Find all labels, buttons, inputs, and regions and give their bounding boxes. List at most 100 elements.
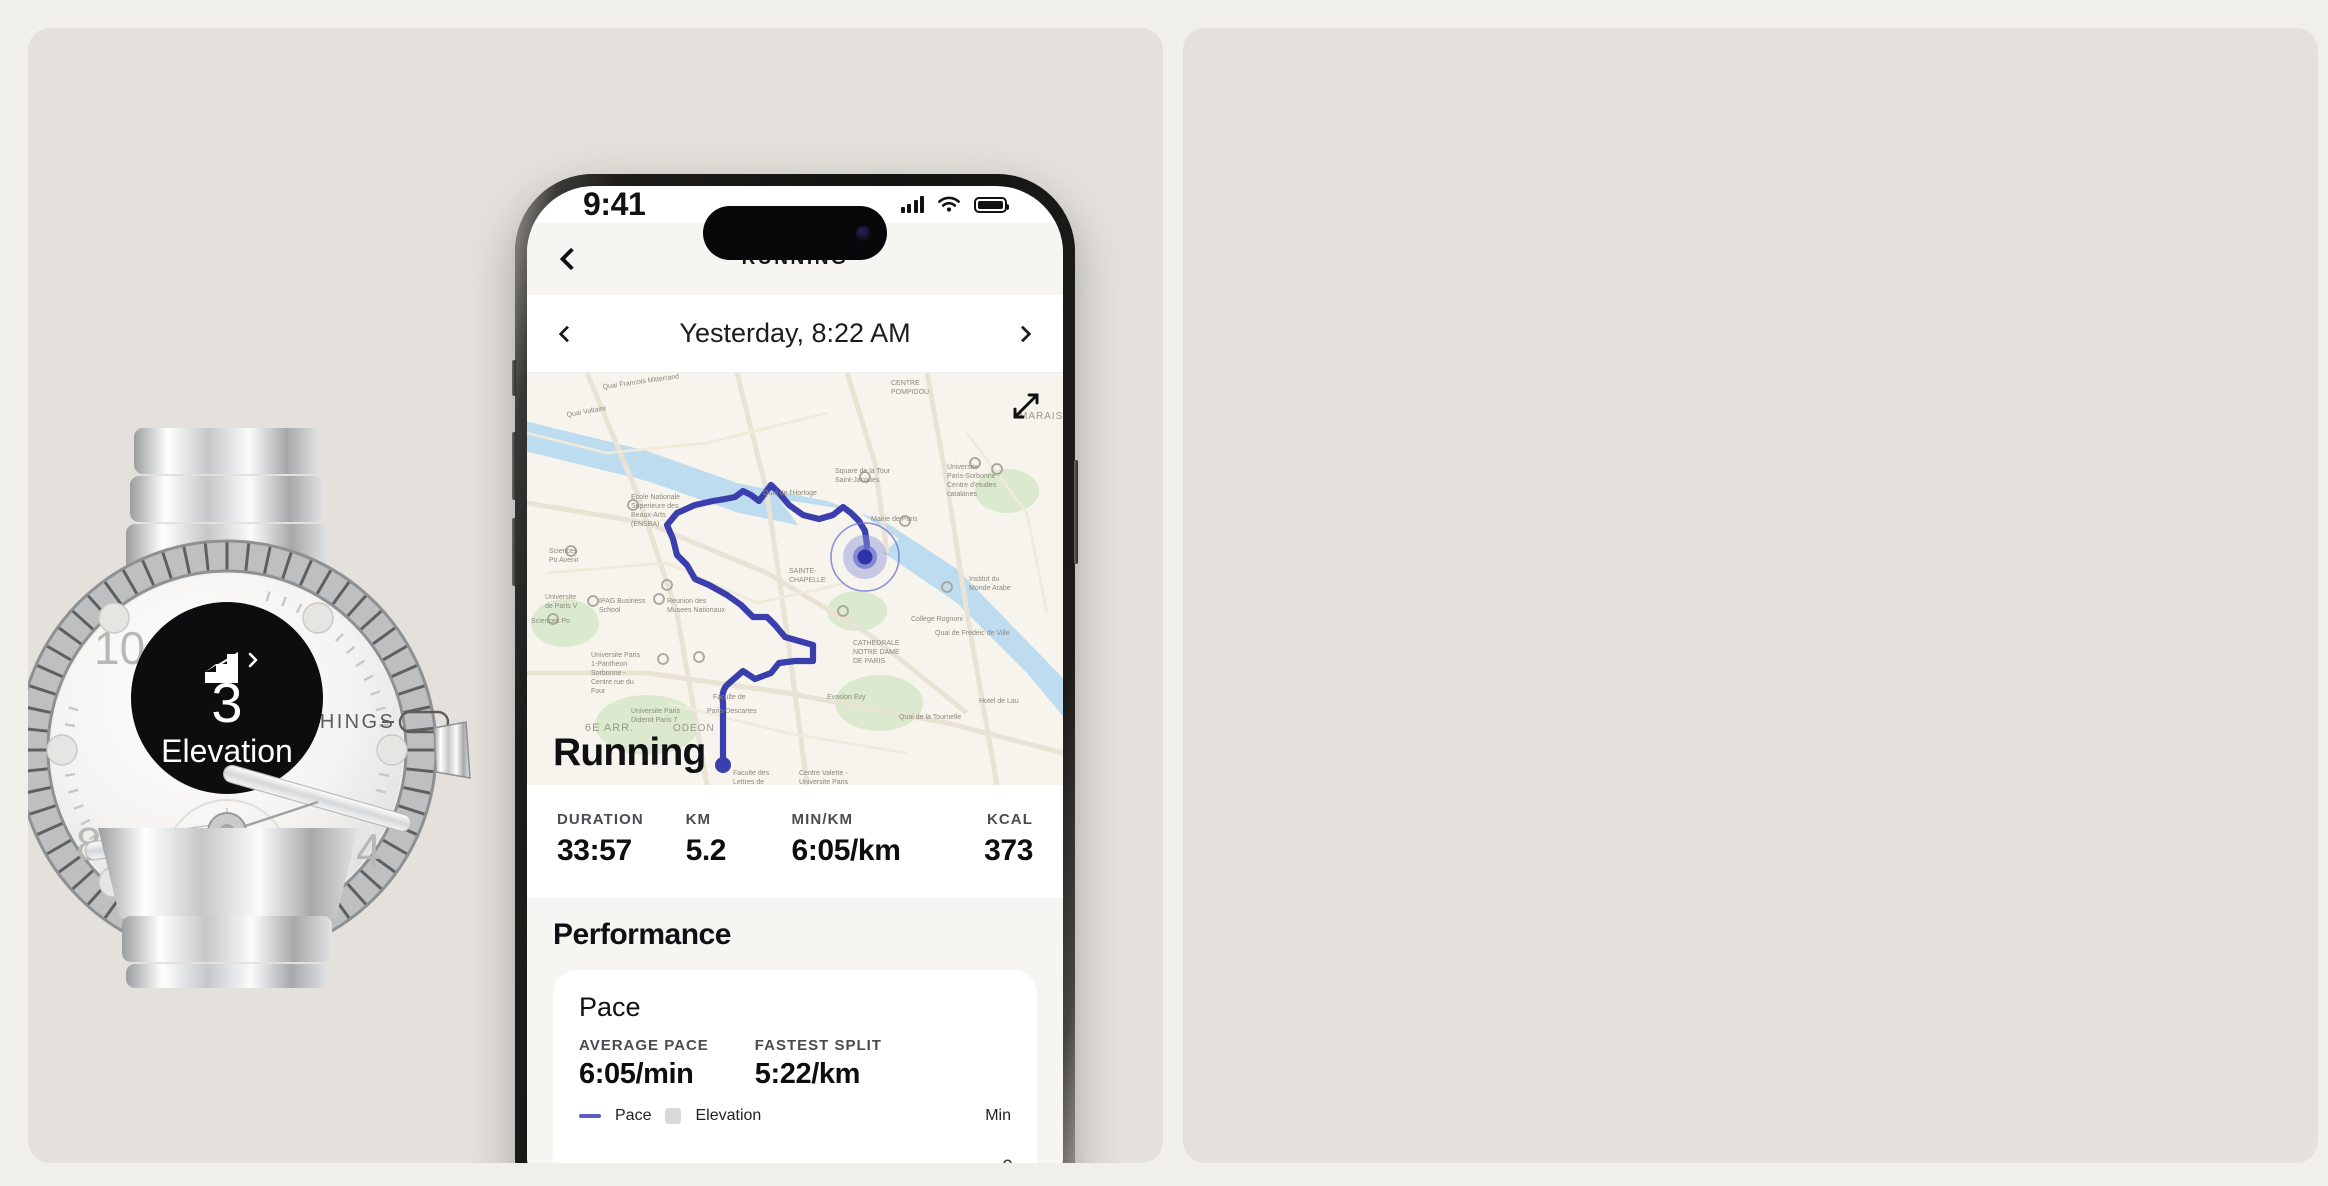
svg-text:Mairie de Paris: Mairie de Paris xyxy=(871,516,918,523)
svg-text:Square de la Tour: Square de la Tour xyxy=(835,468,891,475)
right-panel: 9:41 xyxy=(1183,28,2318,1163)
pace-chart-svg xyxy=(579,1139,1011,1163)
stat-value: 373 xyxy=(984,834,1033,867)
svg-text:Universite Paris: Universite Paris xyxy=(631,708,681,715)
stat-value: 5.2 xyxy=(685,834,727,867)
dial-numeral-4: 4 xyxy=(356,824,382,876)
activity-stats: DURATION 33:57 KM 5.2 MIN/KM 6:05/km KCA… xyxy=(527,785,1063,898)
stat-label: DURATION xyxy=(557,811,644,828)
svg-text:Sorbonne -: Sorbonne - xyxy=(591,670,626,677)
stat-kcal: KCAL 373 xyxy=(948,811,1033,868)
stat-duration: DURATION 33:57 xyxy=(557,811,676,868)
svg-text:SAINTE-: SAINTE- xyxy=(789,568,817,575)
stat-value: 33:57 xyxy=(557,834,632,867)
expand-arrows-icon[interactable] xyxy=(1011,391,1041,421)
svg-text:Quai de la Tournelle: Quai de la Tournelle xyxy=(899,714,961,721)
previous-day-button[interactable] xyxy=(558,325,576,342)
svg-text:CATHEDRALE: CATHEDRALE xyxy=(853,640,900,647)
svg-text:Centre d'etudes: Centre d'etudes xyxy=(947,482,997,489)
complication-label: Elevation xyxy=(161,733,293,769)
svg-text:CHAPELLE: CHAPELLE xyxy=(789,577,826,584)
svg-text:Superieure des: Superieure des xyxy=(631,503,679,510)
svg-text:1-Pantheon: 1-Pantheon xyxy=(591,661,627,668)
svg-text:de Paris V: de Paris V xyxy=(545,603,578,610)
pace-card-title: Pace xyxy=(579,992,641,1022)
svg-text:Centre rue du: Centre rue du xyxy=(591,679,634,686)
elevation-swatch xyxy=(665,1108,682,1124)
battery-icon xyxy=(974,196,1009,213)
route-map[interactable]: Quai Francois Mitterrand Quai Voltaire E… xyxy=(527,373,1063,785)
cellular-signal-icon xyxy=(900,196,924,213)
metric-label: AVERAGE PACE xyxy=(579,1037,709,1054)
metric-average-pace: AVERAGE PACE 6:05/min xyxy=(579,1037,709,1091)
svg-text:Universite Paris: Universite Paris xyxy=(591,652,641,659)
front-camera-icon xyxy=(856,225,871,241)
complication-value: 3 xyxy=(211,671,242,734)
volume-down-button[interactable] xyxy=(512,518,516,586)
performance-title: Performance xyxy=(553,918,731,951)
svg-text:Faculte des: Faculte des xyxy=(733,770,770,777)
running-screen: 9:41 Yesterday, 8:22 AM Quai Francois Mi… xyxy=(527,186,1063,1163)
power-button[interactable] xyxy=(1074,460,1078,564)
watch-render: 10 8 4 xyxy=(28,428,471,988)
svg-text:(ENSBA): (ENSBA) xyxy=(631,521,659,528)
wifi-icon xyxy=(938,196,960,212)
svg-text:School: School xyxy=(599,607,621,614)
svg-text:Evasion Evy: Evasion Evy xyxy=(827,694,866,701)
next-day-button[interactable] xyxy=(1014,325,1032,342)
pace-card[interactable]: Pace AVERAGE PACE 6:05/min FASTEST SPLIT… xyxy=(553,970,1037,1163)
chart-legend: Pace Elevation Min xyxy=(579,1107,1011,1125)
stat-km: KM 5.2 xyxy=(686,811,782,868)
svg-text:Paris-Sorbonne -: Paris-Sorbonne - xyxy=(947,473,1001,480)
showcase-stage: 9:41 Yesterday, 8:22 AM Quai Francois Mi… xyxy=(0,0,2328,1186)
legend-label-elevation: Elevation xyxy=(695,1107,762,1124)
activity-title: Running xyxy=(553,731,706,774)
svg-text:Universite Paris: Universite Paris xyxy=(799,779,849,785)
stat-label: MIN/KM xyxy=(791,811,854,828)
performance-section: Performance Pace AVERAGE PACE 6:05/min F… xyxy=(527,898,1063,1163)
svg-text:Saint-Jacques: Saint-Jacques xyxy=(835,477,880,484)
svg-text:NOTRE DAME: NOTRE DAME xyxy=(853,649,900,656)
silent-switch[interactable] xyxy=(512,360,516,396)
metric-fastest-split: FASTEST SPLIT 5:22/km xyxy=(755,1037,882,1091)
svg-text:Sciences Po: Sciences Po xyxy=(531,618,570,625)
svg-text:Institut du: Institut du xyxy=(969,576,999,583)
svg-text:Centre Valette -: Centre Valette - xyxy=(799,770,848,777)
svg-text:Reunion des: Reunion des xyxy=(667,598,707,605)
metric-value: 5:22/km xyxy=(754,1058,861,1090)
svg-text:Po Avenir: Po Avenir xyxy=(549,557,580,564)
svg-text:Musees Nationaux: Musees Nationaux xyxy=(667,607,725,614)
svg-text:Beaux-Arts: Beaux-Arts xyxy=(631,512,666,519)
stat-pace: MIN/KM 6:05/km xyxy=(792,811,939,868)
svg-text:Quai de l'Horloge: Quai de l'Horloge xyxy=(763,490,817,497)
map-canvas: Quai Francois Mitterrand Quai Voltaire E… xyxy=(527,373,1063,785)
metric-label: FASTEST SPLIT xyxy=(754,1037,882,1054)
watch-bracelet-bottom xyxy=(98,828,358,988)
withings-steel-silver-watch[interactable]: 10 8 4 xyxy=(28,428,486,988)
svg-text:Monde Arabe: Monde Arabe xyxy=(969,585,1011,592)
svg-text:College Rognoni: College Rognoni xyxy=(911,616,963,623)
svg-text:IPAG Business: IPAG Business xyxy=(599,598,646,605)
svg-text:Faculte de: Faculte de xyxy=(713,694,746,701)
svg-text:catalanes: catalanes xyxy=(947,491,977,498)
stat-label: KCAL xyxy=(986,811,1033,828)
svg-text:Paris-Descartes: Paris-Descartes xyxy=(707,708,757,715)
metric-value: 6:05/min xyxy=(579,1058,694,1090)
pace-line-swatch xyxy=(579,1114,601,1118)
stat-value: 6:05/km xyxy=(791,834,901,867)
svg-text:Sciences: Sciences xyxy=(549,548,578,555)
svg-text:CENTRE: CENTRE xyxy=(891,380,920,387)
watch-complication-screen: 3 Elevation xyxy=(131,602,323,794)
stat-label: KM xyxy=(685,811,712,828)
iphone-running: 9:41 Yesterday, 8:22 AM Quai Francois Mi… xyxy=(512,174,1078,1163)
svg-text:DE PARIS: DE PARIS xyxy=(853,658,885,665)
date-navigator: Yesterday, 8:22 AM xyxy=(527,295,1063,373)
svg-text:Universite: Universite xyxy=(545,594,576,601)
svg-text:POMPIDOU: POMPIDOU xyxy=(891,389,929,396)
svg-text:Hotel de Lau: Hotel de Lau xyxy=(979,698,1019,705)
legend-label-pace: Pace xyxy=(615,1107,652,1124)
status-time: 9:41 xyxy=(583,186,646,222)
svg-text:Diderot Paris 7: Diderot Paris 7 xyxy=(631,717,677,724)
svg-text:Quai de Fredeic de Ville: Quai de Fredeic de Ville xyxy=(935,630,1010,637)
volume-up-button[interactable] xyxy=(512,432,516,500)
